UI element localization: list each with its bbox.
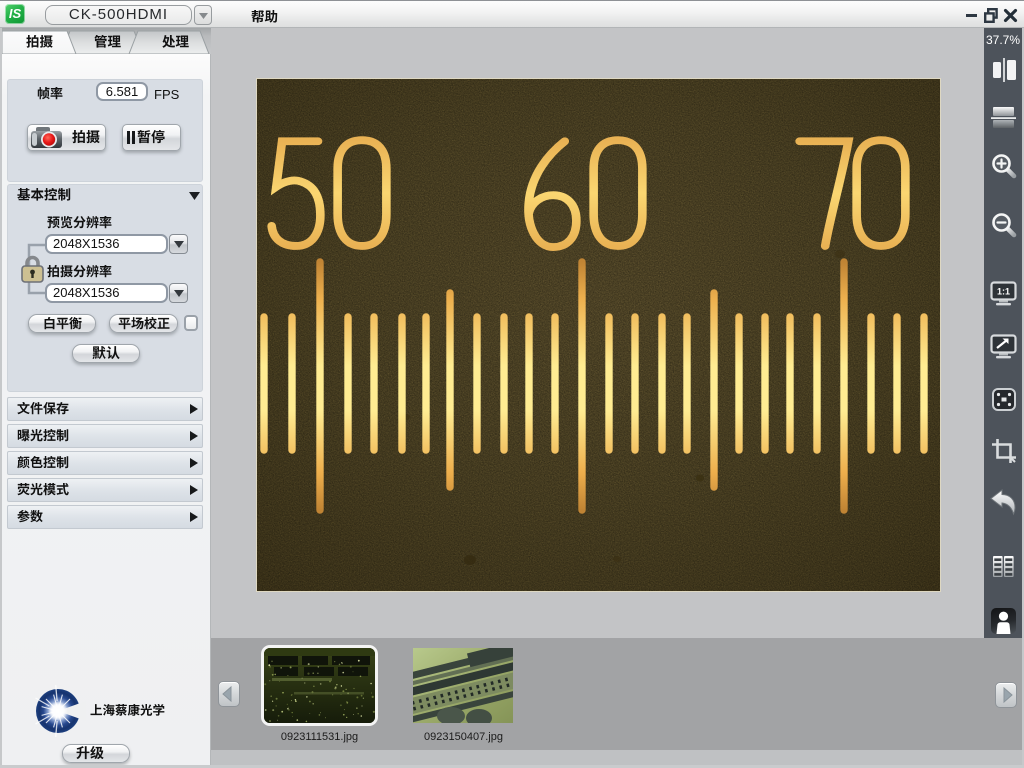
svg-text:1:1: 1:1 xyxy=(997,287,1010,297)
